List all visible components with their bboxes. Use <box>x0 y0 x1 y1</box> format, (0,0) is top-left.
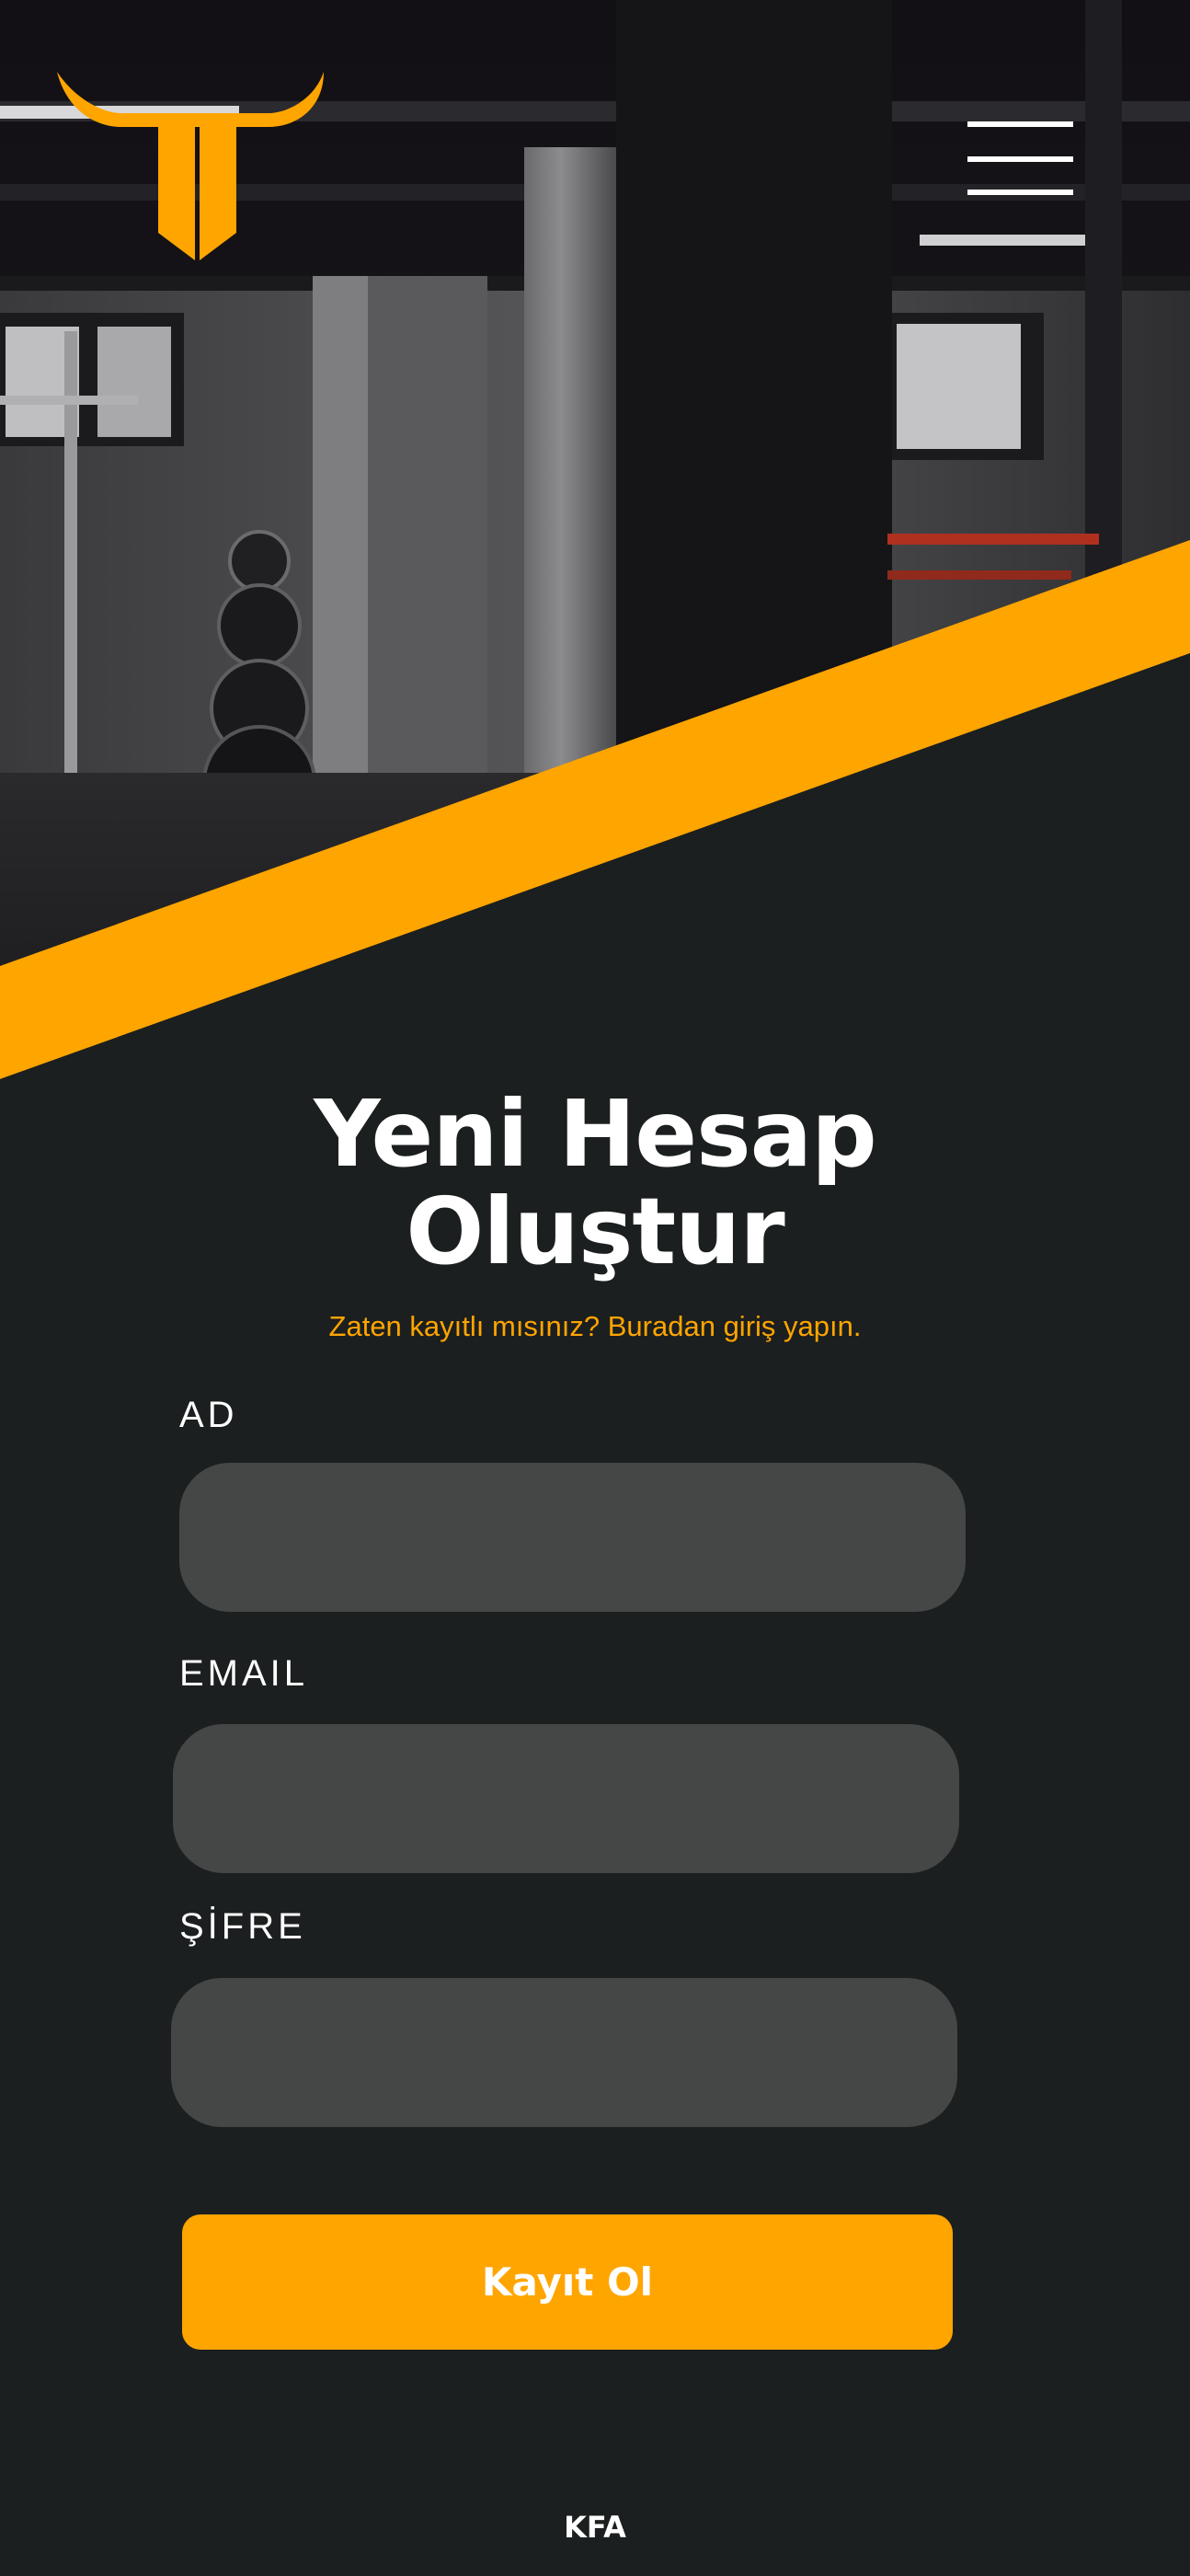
password-label: ŞİFRE <box>179 1906 306 1947</box>
menu-line <box>967 121 1073 127</box>
page-title-line1: Yeni Hesap <box>314 1080 876 1188</box>
name-label: AD <box>179 1395 238 1435</box>
menu-line <box>967 156 1073 162</box>
login-link[interactable]: Zaten kayıtlı mısınız? Buradan giriş yap… <box>0 1310 1190 1343</box>
password-field[interactable] <box>171 1978 957 2127</box>
footer-text: KFA <box>564 2510 626 2545</box>
name-field[interactable] <box>179 1463 966 1612</box>
page-title: Yeni Hesap Oluştur <box>0 1086 1190 1281</box>
email-label: EMAIL <box>179 1653 309 1694</box>
menu-line <box>967 190 1073 195</box>
hamburger-menu-icon[interactable] <box>956 114 1076 197</box>
email-field[interactable] <box>173 1724 959 1873</box>
page-title-line2: Oluştur <box>406 1178 784 1285</box>
bull-horns-logo-icon[interactable] <box>57 72 333 260</box>
register-button[interactable]: Kayıt Ol <box>182 2214 953 2350</box>
